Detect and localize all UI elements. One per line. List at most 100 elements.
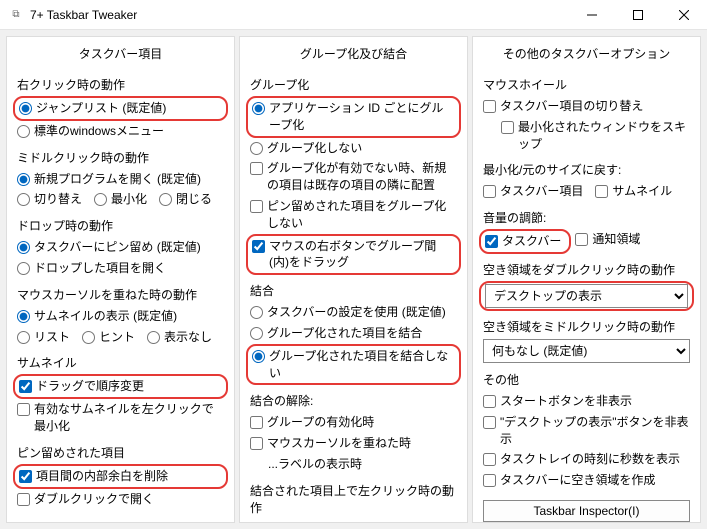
rightclick-jumplist-radio[interactable] [19,102,32,115]
rightclick-jumplist-label: ジャンプリスト (既定値) [36,100,222,117]
thumb-leftclickmin-label: 有効なサムネイルを左クリックで最小化 [34,401,224,435]
dblclick-select[interactable]: デスクトップの表示 [485,284,688,308]
middleclick-label: ミドルクリック時の動作 [17,149,224,166]
middleclick-switch-label: 切り替え [34,191,82,208]
decombine-activate-label: グループの有効化時 [267,414,457,431]
hover-none-label: 表示なし [164,329,212,346]
drop-open-radio[interactable] [17,262,30,275]
other-reservespace-check[interactable] [483,474,496,487]
middleclick-close-label: 閉じる [176,191,212,208]
group-nogroup-radio[interactable] [250,142,263,155]
combine-label: 結合 [250,282,457,299]
midclick-select[interactable]: 何もなし (既定値) [483,339,690,363]
combine-usesetting-radio[interactable] [250,306,263,319]
other-trayseconds-check[interactable] [483,453,496,466]
minrestore-thumb-check[interactable] [595,185,608,198]
other-trayseconds-label: タスクトレイの時刻に秒数を表示 [500,451,690,468]
middleclick-min-radio[interactable] [94,193,107,206]
group-newnext-check[interactable] [250,162,263,175]
col-taskbar-items: タスクバー項目 右クリック時の動作 ジャンプリスト (既定値) 標準のwindo… [6,36,235,523]
hover-list-label: リスト [34,329,70,346]
volume-tray-label: 通知領域 [592,231,640,248]
decombine-label: 結合の解除: [250,392,457,409]
thumbnail-label: サムネイル [17,354,224,371]
combine-combine-radio[interactable] [250,327,263,340]
rightclick-label: 右クリック時の動作 [17,76,224,93]
hover-label: マウスカーソルを重ねた時の動作 [17,286,224,303]
wheel-label: マウスホイール [483,76,690,93]
other-reservespace-label: タスクバーに空き領域を作成 [500,472,690,489]
col3-header: その他のタスクバーオプション [483,45,690,62]
content: タスクバー項目 右クリック時の動作 ジャンプリスト (既定値) 標準のwindo… [0,30,707,529]
other-hideshowdesk-check[interactable] [483,416,496,429]
decombine-hover-label: マウスカーソルを重ねた時 [267,435,457,452]
drop-pin-label: タスクバーにピン留め (既定値) [34,239,224,256]
decombine-hover-check[interactable] [250,437,263,450]
col1-header: タスクバー項目 [17,45,224,62]
middleclick-newprog-radio[interactable] [17,173,30,186]
combinedleft-thumb-label: サムネイルの表示 (既定値) [267,521,457,523]
window-title: 7+ Taskbar Tweaker [30,8,569,22]
group-nogroup-label: グループ化しない [267,140,457,157]
pinned-dblclick-label: ダブルクリックで開く [34,491,224,508]
taskbar-inspector-button[interactable]: Taskbar Inspector(I) [483,500,690,522]
group-pinnogroup-check[interactable] [250,200,263,213]
minrestore-taskbar-check[interactable] [483,185,496,198]
middleclick-newprog-label: 新規プログラムを開く (既定値) [34,171,224,188]
group-rightdrag-check[interactable] [252,240,265,253]
pinned-removegap-label: 項目間の内部余白を削除 [36,468,222,485]
col-other: その他のタスクバーオプション マウスホイール タスクバー項目の切り替え 最小化さ… [472,36,701,523]
dblclick-label: 空き領域をダブルクリック時の動作 [483,261,690,278]
col-grouping: グループ化及び結合 グループ化 アプリケーション ID ごとにグループ化 グルー… [239,36,468,523]
other-hideshowdesk-label: "デスクトップの表示"ボタンを非表示 [500,414,690,448]
minrestore-thumb-label: サムネイル [612,183,672,200]
close-button[interactable] [661,0,707,30]
pinned-removegap-check[interactable] [19,470,32,483]
middleclick-switch-radio[interactable] [17,193,30,206]
wheel-cycle-check[interactable] [483,100,496,113]
hover-hint-radio[interactable] [82,331,95,344]
other-hidestart-label: スタートボタンを非表示 [500,393,690,410]
maximize-button[interactable] [615,0,661,30]
thumb-dragreorder-label: ドラッグで順序変更 [36,378,222,395]
thumb-leftclickmin-check[interactable] [17,403,30,416]
group-byappid-radio[interactable] [252,102,265,115]
drop-open-label: ドロップした項目を開く [34,260,224,277]
minimize-button[interactable] [569,0,615,30]
hover-list-radio[interactable] [17,331,30,344]
middleclick-min-label: 最小化 [111,191,147,208]
window-buttons [569,0,707,30]
hover-none-radio[interactable] [147,331,160,344]
combine-usesetting-label: タスクバーの設定を使用 (既定値) [267,304,457,321]
middleclick-close-radio[interactable] [159,193,172,206]
drop-label: ドロップ時の動作 [17,217,224,234]
group-newnext-label: グループ化が有効でない時、新規の項目は既存の項目の隣に配置 [267,160,457,194]
group-pinnogroup-label: ピン留めされた項目をグループ化しない [267,198,457,232]
volume-taskbar-label: タスクバー [502,233,561,250]
volume-tray-check[interactable] [575,233,588,246]
combine-nocombine-label: グループ化された項目を結合しない [269,348,455,382]
rightclick-stdmenu-radio[interactable] [17,125,30,138]
drop-pin-radio[interactable] [17,241,30,254]
grouping-label: グループ化 [250,76,457,93]
combinedleft-label: 結合された項目上で左クリック時の動作 [250,482,457,516]
volume-label: 音量の調節: [483,209,690,226]
wheel-skipmin-check[interactable] [501,121,514,134]
decombine-showlabel-label: ...ラベルの表示時 [268,456,457,473]
thumb-dragreorder-check[interactable] [19,380,32,393]
col2-header: グループ化及び結合 [250,45,457,62]
rightclick-stdmenu-label: 標準のwindowsメニュー [34,123,224,140]
other-hidestart-check[interactable] [483,395,496,408]
midclick-label: 空き領域をミドルクリック時の動作 [483,318,690,335]
pinned-dblclick-check[interactable] [17,493,30,506]
decombine-activate-check[interactable] [250,416,263,429]
app-icon: ⧉ [8,7,24,23]
hover-thumb-label: サムネイルの表示 (既定値) [34,308,224,325]
group-byappid-label: アプリケーション ID ごとにグループ化 [269,100,455,134]
minrestore-taskbar-label: タスクバー項目 [500,183,583,200]
combine-nocombine-radio[interactable] [252,350,265,363]
volume-taskbar-check[interactable] [485,235,498,248]
hover-hint-label: ヒント [99,329,135,346]
hover-thumb-radio[interactable] [17,310,30,323]
pinned-label: ピン留めされた項目 [17,444,224,461]
